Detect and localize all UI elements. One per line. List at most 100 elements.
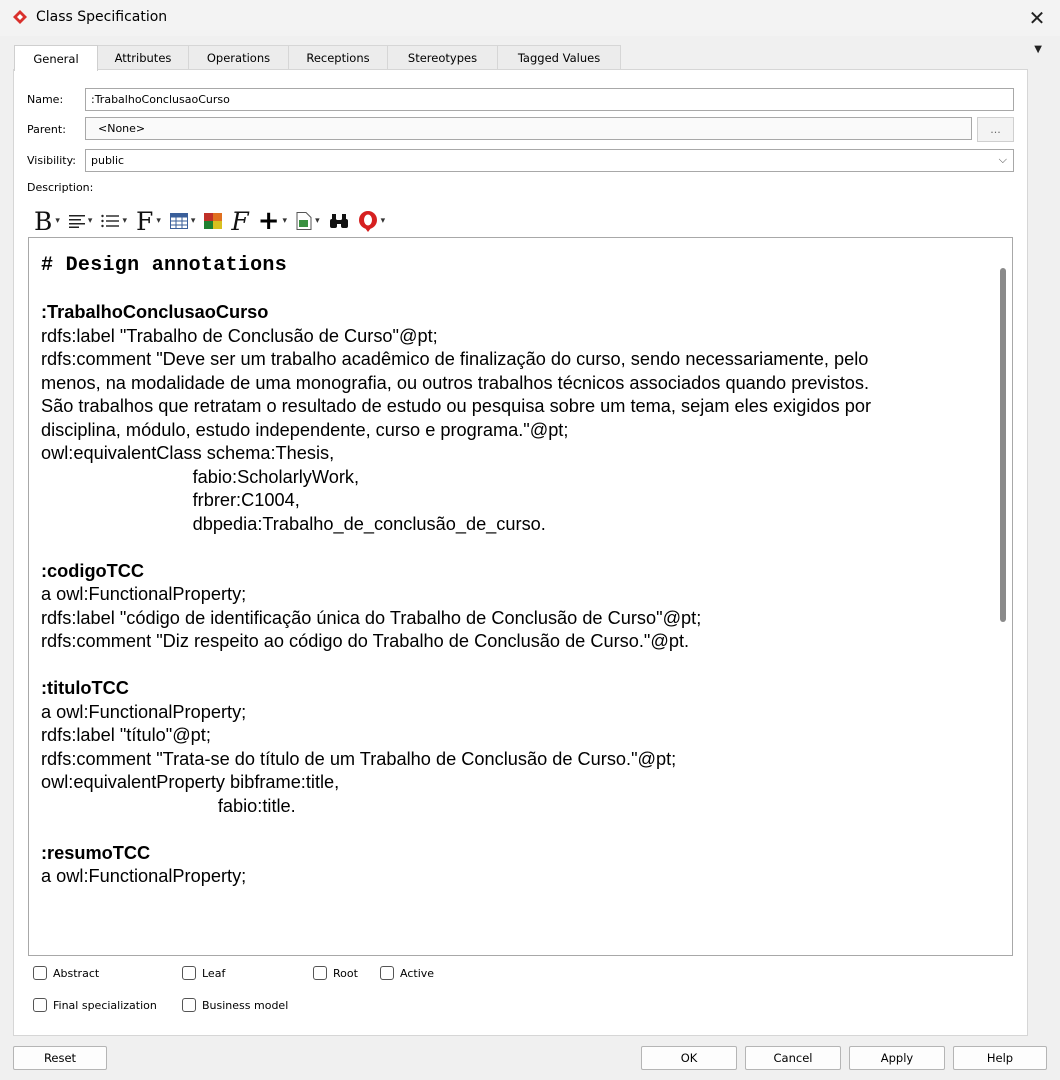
chevron-down-icon: ⌵	[998, 153, 1007, 166]
close-icon: ✕	[1028, 6, 1046, 30]
find-button[interactable]	[329, 213, 349, 229]
final-specialization-checkbox[interactable]: Final specialization	[33, 998, 157, 1012]
find-icon	[329, 214, 348, 228]
apply-button[interactable]: Apply	[849, 1046, 945, 1070]
description-line: menos, na modalidade de uma monografia, …	[41, 372, 870, 393]
root-checkbox[interactable]: Root	[313, 966, 358, 980]
ok-button[interactable]: OK	[641, 1046, 737, 1070]
resource-title: :tituloTCC	[41, 678, 129, 698]
font-icon: F	[135, 206, 154, 236]
bold-button[interactable]: B ▾	[34, 209, 60, 234]
parent-field[interactable]: <None>	[85, 117, 972, 140]
align-button[interactable]: ▾	[68, 214, 93, 228]
tab-stereotypes[interactable]: Stereotypes	[387, 45, 498, 70]
description-line: rdfs:label "título"@pt;	[41, 725, 211, 745]
formula-button[interactable]: F	[231, 209, 248, 234]
window-title: Class Specification	[36, 9, 168, 25]
checkbox-box[interactable]	[33, 966, 47, 980]
caret-down-icon: ▾	[190, 216, 196, 226]
table-button[interactable]: ▾	[169, 213, 196, 229]
description-line: disciplina, módulo, estudo independente,…	[41, 419, 569, 440]
description-line: a owl:FunctionalProperty;	[41, 701, 247, 722]
table-icon	[169, 213, 188, 229]
checkbox-box[interactable]	[380, 966, 394, 980]
tab-receptions[interactable]: Receptions	[288, 45, 388, 70]
description-heading: # Design annotations	[41, 254, 288, 277]
checkbox-box[interactable]	[182, 966, 196, 980]
close-button[interactable]: ✕	[1014, 0, 1060, 36]
caret-down-icon: ▾	[122, 216, 127, 226]
editor-scrollbar[interactable]	[995, 238, 1012, 955]
document-icon	[296, 212, 312, 230]
list-icon	[101, 214, 120, 228]
color-icon	[204, 213, 223, 229]
caret-down-icon: ▾	[380, 216, 386, 226]
description-line: owl:equivalentClass schema:Thesis,	[41, 443, 335, 463]
description-line: rdfs:comment "Deve ser um trabalho acadê…	[41, 349, 869, 369]
description-content[interactable]: # Design annotations :TrabalhoConclusaoCu…	[41, 254, 991, 889]
checkbox-box[interactable]	[33, 998, 47, 1012]
description-line: rdfs:comment "Trata-se do título de um T…	[41, 748, 677, 769]
document-button[interactable]: ▾	[296, 212, 320, 230]
caret-down-icon: ▾	[55, 216, 60, 226]
name-input[interactable]: :TrabalhoConclusaoCurso	[85, 88, 1014, 111]
editor-scrollbar-thumb[interactable]	[1000, 268, 1006, 622]
visibility-value: public	[91, 154, 125, 167]
align-icon	[68, 215, 85, 228]
visibility-label: Visibility:	[27, 154, 77, 167]
description-line: São trabalhos que retratam o resultado d…	[41, 396, 872, 416]
description-line: dbpedia:Trabalho_de_conclusão_de_curso.	[41, 513, 546, 534]
formula-icon: F	[231, 206, 249, 236]
description-line: a owl:FunctionalProperty;	[41, 866, 247, 886]
list-button[interactable]: ▾	[101, 214, 127, 228]
caret-down-icon: ▾	[282, 216, 288, 226]
description-line: fabio:ScholarlyWork,	[41, 466, 360, 487]
insert-button[interactable]: + ▾	[257, 206, 288, 236]
description-line: a owl:FunctionalProperty;	[41, 584, 247, 604]
spellcheck-button[interactable]: ▾	[358, 210, 386, 232]
tab-attributes[interactable]: Attributes	[97, 45, 189, 70]
description-line: frbrer:C1004,	[41, 490, 300, 510]
description-line: rdfs:comment "Diz respeito ao código do …	[41, 631, 690, 651]
parent-browse-button[interactable]: ...	[977, 117, 1014, 142]
caret-down-icon: ▾	[87, 216, 93, 226]
description-editor[interactable]: # Design annotations :TrabalhoConclusaoCu…	[28, 237, 1013, 956]
bold-icon: B	[34, 206, 53, 236]
description-line: fabio:title.	[41, 795, 296, 816]
help-button[interactable]: Help	[953, 1046, 1047, 1070]
resource-title: :resumoTCC	[41, 842, 151, 863]
tab-bar: General Attributes Operations Receptions…	[14, 45, 621, 71]
description-label: Description:	[27, 181, 94, 194]
business-model-checkbox[interactable]: Business model	[182, 998, 288, 1012]
tab-menu-dropdown-icon[interactable]: ▼	[1034, 44, 1042, 55]
parent-label: Parent:	[27, 123, 66, 136]
description-line: rdfs:label "Trabalho de Conclusão de Cur…	[41, 325, 438, 346]
resource-title: :TrabalhoConclusaoCurso	[41, 302, 269, 322]
tab-tagged-values[interactable]: Tagged Values	[497, 45, 621, 70]
visibility-select[interactable]: public ⌵	[85, 149, 1014, 172]
caret-down-icon: ▾	[315, 216, 320, 226]
insert-icon: +	[257, 206, 280, 236]
reset-button[interactable]: Reset	[13, 1046, 107, 1070]
caret-down-icon: ▾	[156, 216, 161, 226]
active-checkbox[interactable]: Active	[380, 966, 434, 980]
tab-operations[interactable]: Operations	[188, 45, 289, 70]
font-button[interactable]: F ▾	[136, 209, 161, 234]
resource-title: :codigoTCC	[41, 560, 145, 581]
checkbox-box[interactable]	[182, 998, 196, 1012]
description-line: owl:equivalentProperty bibframe:title,	[41, 772, 340, 792]
abstract-checkbox[interactable]: Abstract	[33, 966, 99, 980]
color-button[interactable]	[204, 213, 223, 229]
checkbox-box[interactable]	[313, 966, 327, 980]
cancel-button[interactable]: Cancel	[745, 1046, 841, 1070]
name-label: Name:	[27, 93, 64, 106]
leaf-checkbox[interactable]: Leaf	[182, 966, 225, 980]
description-line: rdfs:label "código de identificação únic…	[41, 607, 702, 628]
title-bar: Class Specification ✕	[0, 0, 1060, 36]
tab-general[interactable]: General	[14, 45, 98, 71]
app-logo-icon	[13, 10, 27, 24]
